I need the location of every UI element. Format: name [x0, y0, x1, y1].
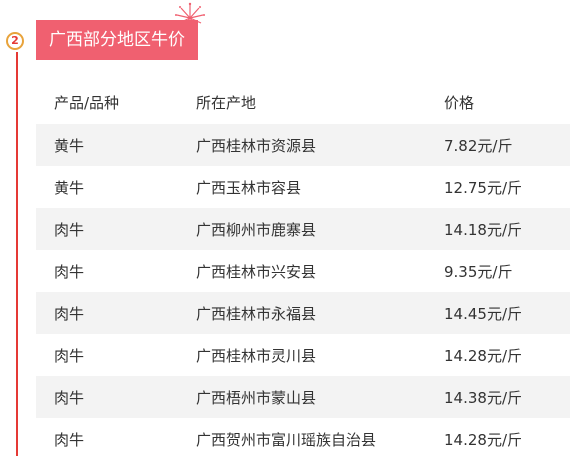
cell-product: 肉牛	[36, 376, 196, 418]
cell-origin: 广西玉林市容县	[196, 178, 302, 197]
cell-origin: 广西桂林市资源县	[196, 124, 444, 166]
table-row: 肉牛 广西梧州市蒙山县 14.38元/斤	[36, 376, 570, 418]
cell-origin: 广西柳州市鹿寨县	[196, 208, 444, 250]
header-price: 价格	[444, 93, 475, 112]
cell-origin: 广西桂林市兴安县	[196, 262, 317, 281]
cell-price: 7.82元/斤	[444, 124, 570, 166]
timeline-line	[16, 52, 18, 456]
cell-product: 黄牛	[36, 124, 196, 166]
table-row: 肉牛 广西桂林市兴安县 9.35元/斤	[36, 250, 570, 292]
cell-price: 14.28元/斤	[444, 346, 522, 365]
table-row: 黄牛 广西玉林市容县 12.75元/斤	[36, 166, 570, 208]
cell-origin: 广西桂林市灵川县	[196, 346, 317, 365]
cell-price: 14.18元/斤	[444, 208, 570, 250]
table-row: 肉牛 广西桂林市灵川县 14.28元/斤	[36, 334, 570, 376]
cell-product: 肉牛	[54, 262, 85, 281]
table-row: 肉牛 广西柳州市鹿寨县 14.18元/斤	[36, 208, 570, 250]
cell-origin: 广西梧州市蒙山县	[196, 376, 444, 418]
firework-icon	[175, 2, 205, 28]
cell-product: 肉牛	[36, 292, 196, 334]
header-origin: 所在产地	[196, 93, 257, 112]
cell-price: 9.35元/斤	[444, 262, 513, 281]
cell-product: 肉牛	[54, 346, 85, 365]
table-header-row: 产品/品种 所在产地 价格	[36, 80, 570, 124]
cell-origin: 广西贺州市富川瑶族自治县	[196, 430, 377, 449]
cell-price: 14.38元/斤	[444, 376, 570, 418]
cell-product: 肉牛	[36, 208, 196, 250]
table-row: 肉牛 广西桂林市永福县 14.45元/斤	[36, 292, 570, 334]
cell-origin: 广西桂林市永福县	[196, 292, 444, 334]
cell-product: 肉牛	[54, 430, 85, 449]
table-row: 肉牛 广西贺州市富川瑶族自治县 14.28元/斤	[36, 418, 570, 460]
cattle-price-table: 产品/品种 所在产地 价格 黄牛 广西桂林市资源县 7.82元/斤 黄牛 广西玉…	[36, 80, 570, 460]
cell-price: 14.28元/斤	[444, 430, 522, 449]
header-product: 产品/品种	[54, 93, 120, 112]
cell-price: 14.45元/斤	[444, 292, 570, 334]
cell-product: 黄牛	[54, 178, 85, 197]
table-row: 黄牛 广西桂林市资源县 7.82元/斤	[36, 124, 570, 166]
cell-price: 12.75元/斤	[444, 178, 522, 197]
step-number-badge: 2	[6, 32, 24, 50]
